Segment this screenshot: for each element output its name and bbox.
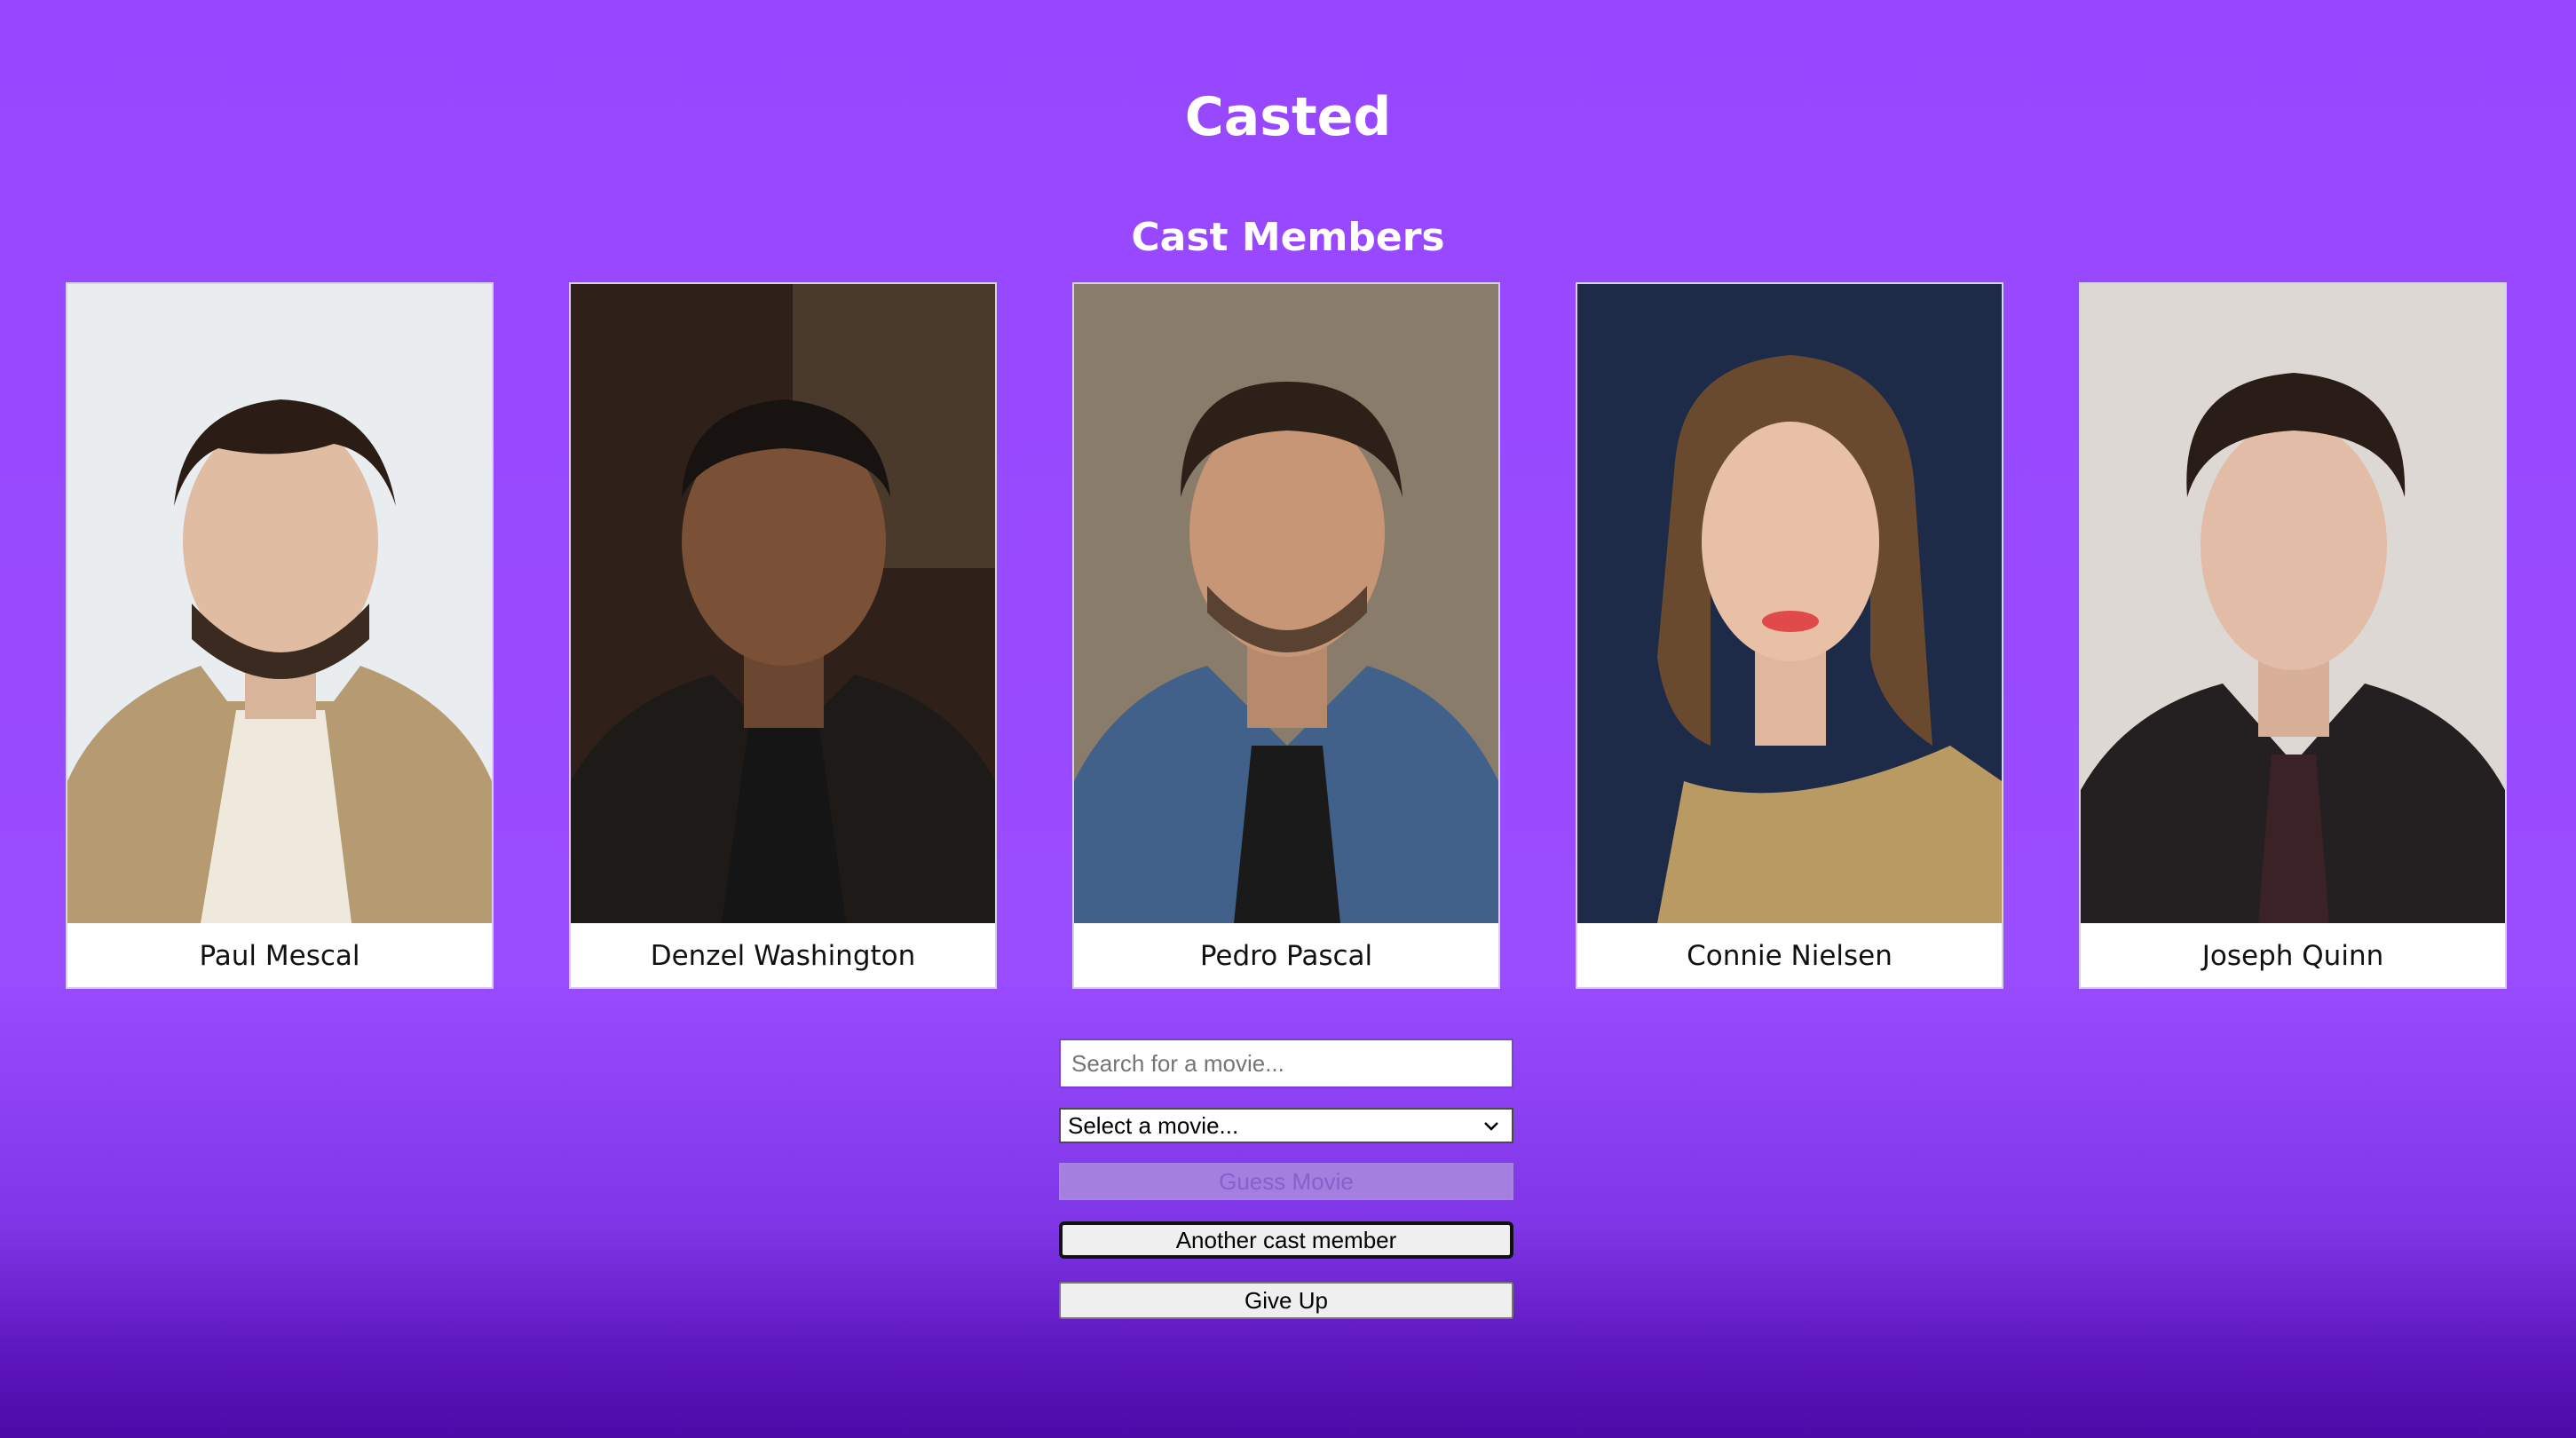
cast-photo [1577,284,2002,923]
movie-select[interactable]: Select a movie... [1059,1108,1513,1143]
cast-card-list: Paul Mescal Denzel Washington Pedro Pasc… [66,282,2507,992]
cast-member-name: Connie Nielsen [1687,940,1892,972]
cast-card: Pedro Pascal [1072,282,1500,989]
cast-member-name: Denzel Washington [650,940,916,972]
cast-card: Paul Mescal [66,282,494,989]
give-up-button[interactable]: Give Up [1059,1282,1513,1319]
chevron-down-icon [1484,1122,1498,1131]
movie-search-input[interactable] [1059,1039,1513,1088]
cast-card: Denzel Washington [569,282,997,989]
app-title: Casted [1184,86,1392,148]
cast-card: Connie Nielsen [1576,282,2003,989]
movie-select-value: Select a movie... [1068,1112,1239,1139]
cast-member-name: Pedro Pascal [1199,940,1373,972]
cast-members-heading: Cast Members [1131,215,1445,260]
cast-photo [571,284,995,923]
cast-member-name: Paul Mescal [199,940,360,972]
cast-member-name: Joseph Quinn [2201,940,2384,972]
cast-photo [2081,284,2505,923]
guess-movie-button[interactable]: Guess Movie [1059,1163,1513,1200]
another-cast-member-button[interactable]: Another cast member [1059,1221,1513,1259]
cast-photo [67,284,492,923]
cast-photo [1074,284,1498,923]
cast-card: Joseph Quinn [2079,282,2507,989]
